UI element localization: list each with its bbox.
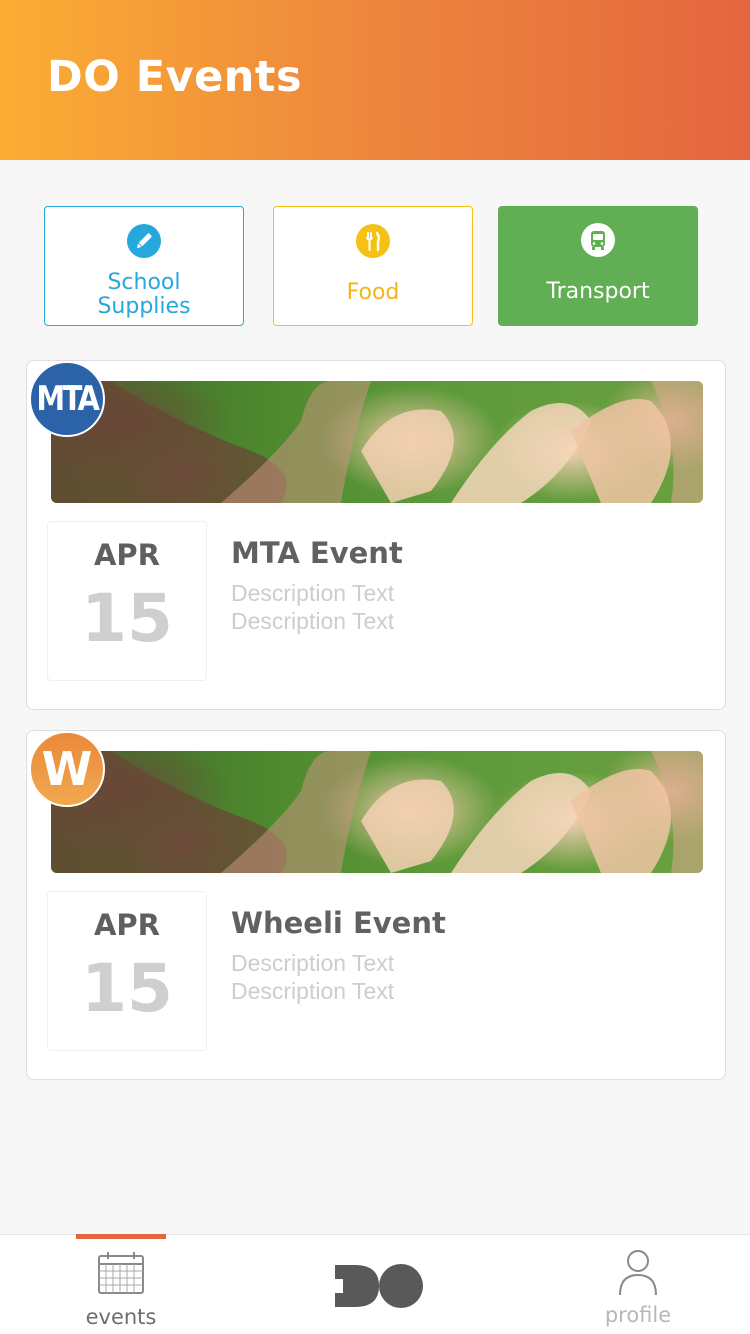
event-title: MTA Event — [231, 536, 403, 570]
category-food-button[interactable]: Food — [273, 206, 473, 326]
app-header: DO Events — [0, 0, 750, 160]
event-day: 15 — [81, 950, 173, 1027]
pencil-icon — [127, 224, 161, 258]
event-description: Description Text — [231, 608, 395, 634]
bottom-tab-bar: events profile — [0, 1234, 750, 1334]
badge-text: MTA — [36, 379, 100, 419]
tab-label: events — [85, 1305, 157, 1329]
category-label: Transport — [546, 279, 650, 304]
tab-home-do-logo[interactable] — [320, 1235, 440, 1334]
bus-icon — [581, 223, 615, 257]
event-description: Description Text — [231, 978, 395, 1004]
event-title: Wheeli Event — [231, 906, 446, 940]
category-transport-button[interactable]: Transport — [498, 206, 698, 326]
event-description: Description Text — [231, 580, 395, 606]
event-image — [51, 381, 703, 503]
event-month: APR — [93, 908, 161, 942]
profile-icon — [619, 1250, 657, 1296]
event-description: Description Text — [231, 950, 395, 976]
do-logo-icon — [335, 1264, 423, 1308]
mta-logo-badge: MTA — [29, 361, 105, 437]
category-label: School Supplies — [97, 270, 191, 319]
category-label: Food — [346, 280, 400, 305]
fork-knife-icon — [356, 224, 390, 258]
event-date: APR 15 — [47, 891, 207, 1051]
event-date: APR 15 — [47, 521, 207, 681]
page-title: DO Events — [47, 52, 303, 102]
tab-events[interactable]: events — [60, 1235, 182, 1334]
category-school-supplies-button[interactable]: School Supplies — [44, 206, 244, 326]
event-card[interactable]: W APR 15 Wheeli Event Description Text D… — [26, 730, 726, 1080]
wheeli-logo-badge: W — [29, 731, 105, 807]
tab-profile[interactable]: profile — [580, 1235, 696, 1334]
event-image — [51, 751, 703, 873]
tab-label: profile — [604, 1303, 672, 1327]
calendar-icon — [98, 1252, 144, 1294]
event-month: APR — [93, 538, 161, 572]
badge-text: W — [41, 742, 93, 796]
event-day: 15 — [81, 580, 173, 657]
event-card[interactable]: MTA APR 15 MTA Event Description Text De… — [26, 360, 726, 710]
